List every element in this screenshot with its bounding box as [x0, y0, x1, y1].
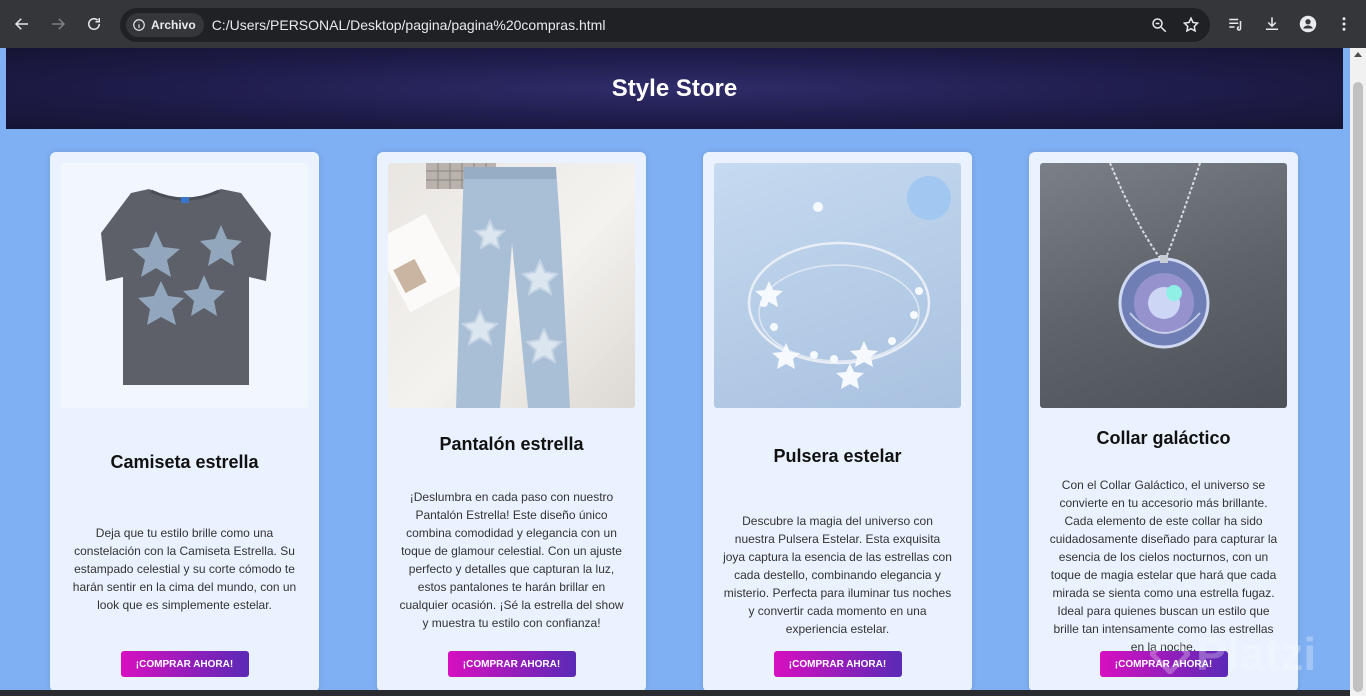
product-card: Pantalón estrella ¡Deslumbra en cada pas…	[377, 152, 646, 690]
chip-label: Archivo	[151, 18, 196, 32]
product-description: Descubre la magia del universo con nuest…	[723, 514, 952, 636]
site-info-chip[interactable]: Archivo	[126, 13, 204, 37]
address-bar[interactable]: Archivo C:/Users/PERSONAL/Desktop/pagina…	[120, 8, 1210, 42]
profile-button[interactable]	[1294, 6, 1322, 42]
product-description: ¡Deslumbra en cada paso con nuestro Pant…	[399, 490, 624, 630]
platzi-watermark: Platzi	[1150, 618, 1350, 690]
page-title: Style Store	[611, 74, 738, 102]
reload-icon	[88, 18, 100, 30]
store-header: Style Store	[6, 48, 1343, 129]
scroll-up-arrow[interactable]	[1354, 52, 1362, 57]
product-image-jeans	[388, 163, 635, 408]
menu-button[interactable]	[1330, 6, 1358, 42]
product-card: Camiseta estrella Deja que tu estilo bri…	[50, 152, 319, 690]
forward-icon	[52, 18, 66, 30]
product-title: Pantalón estrella	[439, 434, 584, 454]
bottom-edge	[0, 690, 1350, 696]
forward-button[interactable]	[40, 6, 76, 42]
url-text[interactable]: C:/Users/PERSONAL/Desktop/pagina/pagina%…	[212, 17, 606, 33]
star-icon[interactable]	[1182, 16, 1200, 34]
page-scrollbar[interactable]	[1350, 48, 1366, 696]
buy-button[interactable]: ¡COMPRAR AHORA!	[447, 651, 576, 677]
product-card: Collar galáctico Con el Collar Galáctico…	[1029, 152, 1298, 690]
product-description: Deja que tu estilo brille como una const…	[72, 526, 297, 612]
product-title: Pulsera estelar	[773, 446, 902, 466]
download-button[interactable]	[1258, 6, 1286, 42]
buy-button[interactable]: ¡COMPRAR AHORA!	[773, 651, 902, 677]
buy-button[interactable]: ¡COMPRAR AHORA!	[120, 651, 249, 677]
reload-button[interactable]	[76, 6, 112, 42]
product-image-bracelet	[714, 163, 961, 408]
back-button[interactable]	[4, 6, 40, 42]
info-icon	[133, 19, 145, 31]
product-title: Collar galáctico	[1096, 428, 1231, 448]
zoom-icon[interactable]	[1150, 16, 1168, 34]
watermark-text: Platzi	[1196, 628, 1317, 680]
download-icon	[1266, 17, 1278, 30]
reading-list-icon	[1229, 18, 1242, 31]
product-image-necklace	[1040, 163, 1287, 408]
product-title: Camiseta estrella	[110, 452, 259, 472]
menu-icon	[1342, 17, 1346, 31]
scroll-thumb[interactable]	[1353, 82, 1363, 692]
page-viewport: Style Store Camiseta estrella Deja que t…	[0, 48, 1350, 690]
reading-list-button[interactable]	[1222, 6, 1250, 42]
platzi-logo-icon	[1150, 634, 1190, 674]
profile-icon	[1299, 15, 1317, 33]
product-image-shirt	[61, 163, 308, 408]
product-card: Pulsera estelar Descubre la magia del un…	[703, 152, 972, 690]
browser-toolbar: Archivo C:/Users/PERSONAL/Desktop/pagina…	[0, 0, 1366, 48]
back-icon	[14, 18, 28, 30]
